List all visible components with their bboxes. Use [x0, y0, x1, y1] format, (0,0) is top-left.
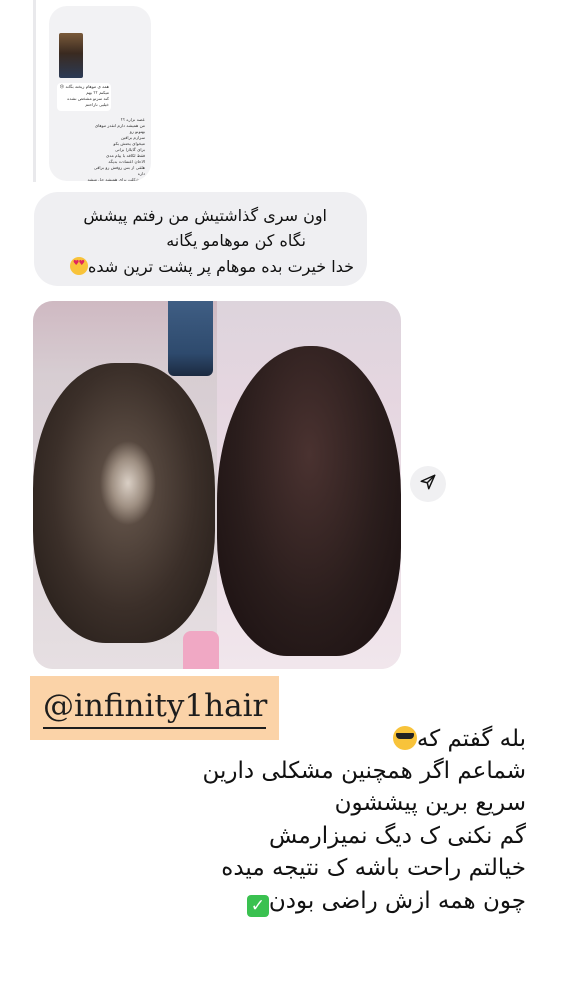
reply-line-2: نگاه کن موهامو یگانه	[166, 231, 306, 250]
share-button[interactable]	[410, 466, 446, 502]
before-after-photo[interactable]	[33, 301, 401, 669]
full-hair-after	[217, 346, 401, 656]
thread-line	[33, 0, 36, 182]
thin-hair-before	[33, 363, 215, 643]
caption-line-4: گم نکنی ک دیگ نمیزارمش	[269, 823, 526, 849]
caption-line-1: بله گفتم که	[391, 726, 526, 752]
shared-screenshot-bubble[interactable]: همه ی موهام ریخته بگانه 😢 میکنم ؟؟ بهم ک…	[49, 6, 151, 181]
story-page: همه ی موهام ریخته بگانه 😢 میکنم ؟؟ بهم ک…	[0, 0, 563, 1000]
mention-handle[interactable]: @infinity1hair	[43, 686, 267, 726]
mini-profile-photo	[59, 33, 83, 78]
caption-line-6: چون همه ازش راضی بودن✓	[245, 888, 526, 917]
caption-line-3: سریع برین پیششون	[334, 790, 526, 816]
reply-line-3: خدا خیرت بده موهام پر پشت ترین شده	[67, 257, 354, 276]
heart-eyes-emoji-icon	[69, 257, 88, 275]
mini-message-1: همه ی موهام ریخته بگانه 😢 میکنم ؟؟ بهم ک…	[57, 83, 111, 111]
check-mark-emoji-icon: ✓	[246, 895, 269, 917]
sunglasses-emoji-icon	[392, 726, 417, 750]
reply-line-1: اون سری گذاشتیش من رفتم پیشش	[83, 206, 327, 225]
caption-line-6-text: چون همه ازش راضی بودن	[268, 888, 526, 914]
reply-line-3-text: خدا خیرت بده موهام پر پشت ترین شده	[87, 257, 354, 276]
send-arrow-icon	[419, 473, 437, 495]
caption-line-1-text: بله گفتم که	[416, 726, 526, 752]
background-person	[168, 301, 213, 376]
mini-message-2: عصه نزاره ؟؟ من همیشه دارم انقدر موهای ب…	[87, 117, 145, 181]
handle-underline	[43, 727, 266, 729]
caption-line-5: خیالتم راحت باشه ک نتیجه میده	[221, 855, 526, 881]
pink-chair	[183, 631, 219, 669]
caption-line-2: شماعم اگر همچنین مشکلی دارین	[202, 758, 526, 784]
